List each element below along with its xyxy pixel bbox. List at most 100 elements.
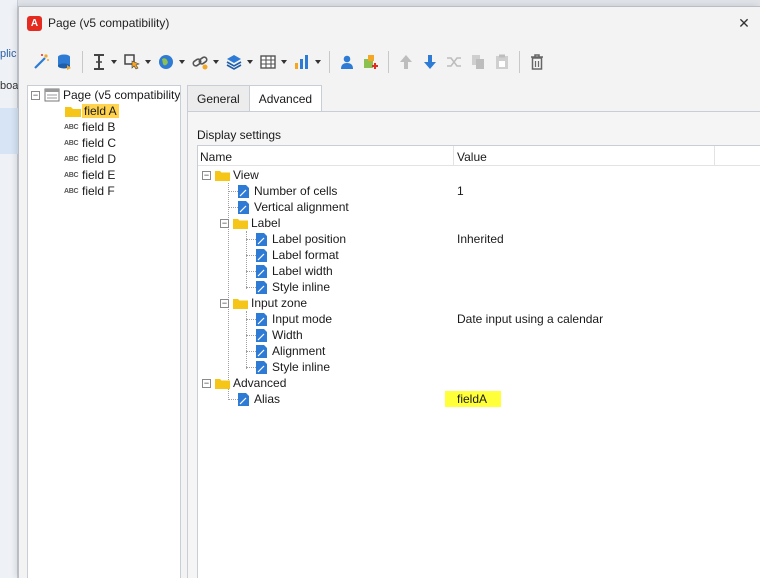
settings-row[interactable]: Alias fieldA: [198, 391, 760, 407]
settings-row[interactable]: − View: [198, 167, 760, 183]
toolbar-separator: [519, 51, 520, 73]
chart-icon: [295, 55, 308, 69]
layers-button[interactable]: [222, 50, 256, 74]
add-fields-icon: [364, 55, 378, 69]
database-icon: [58, 54, 71, 70]
tree-item-field-f[interactable]: ABC field F: [64, 183, 115, 199]
globe-button[interactable]: [154, 50, 188, 74]
settings-row[interactable]: Input mode Date input using a calendar: [198, 311, 760, 327]
tab-bar: General Advanced: [187, 85, 323, 112]
column-header-value[interactable]: Value: [457, 150, 487, 164]
property-icon: [256, 312, 267, 326]
wizard-button[interactable]: [29, 50, 53, 74]
text-field-icon: ABC: [64, 187, 79, 195]
close-button[interactable]: ✕: [734, 13, 754, 33]
link-button[interactable]: [188, 50, 222, 74]
window-title: Page (v5 compatibility): [48, 16, 170, 30]
tree-item-field-e[interactable]: ABC field E: [64, 167, 115, 183]
settings-row[interactable]: Style inline: [198, 359, 760, 375]
trash-icon: [531, 54, 543, 70]
arrow-up-icon: [400, 55, 412, 69]
row-label: Width: [272, 328, 303, 342]
text-field-icon: ABC: [64, 139, 79, 147]
row-label: Input zone: [251, 296, 308, 310]
chevron-down-icon: [315, 60, 321, 64]
text-cursor-icon: [94, 54, 104, 70]
advanced-tab-content: Display settings Name Value − View Numbe…: [187, 111, 760, 578]
tree-root[interactable]: − Page (v5 compatibility): [31, 87, 181, 103]
tree-item-field-d[interactable]: ABC field D: [64, 151, 116, 167]
row-label: Alias: [254, 392, 281, 406]
column-separator[interactable]: [714, 146, 715, 166]
link-icon: [192, 56, 208, 70]
table-button[interactable]: [256, 50, 290, 74]
settings-row[interactable]: Alignment: [198, 343, 760, 359]
tree-item-field-c[interactable]: ABC field C: [64, 135, 116, 151]
dialog-window: A Page (v5 compatibility) ✕ − Page (v5 c…: [18, 6, 760, 578]
delete-button[interactable]: [525, 50, 549, 74]
settings-row[interactable]: Label format: [198, 247, 760, 263]
collapse-icon[interactable]: −: [220, 298, 229, 308]
grid-header: Name Value: [198, 146, 760, 166]
tree-item-label: field C: [82, 136, 117, 150]
tab-general[interactable]: General: [187, 85, 250, 111]
move-up-button[interactable]: [394, 50, 418, 74]
paste-icon: [496, 54, 508, 69]
settings-row[interactable]: Vertical alignment: [198, 199, 760, 215]
collapse-icon[interactable]: −: [202, 378, 211, 388]
collapse-icon[interactable]: −: [202, 170, 211, 180]
tree-root-label: Page (v5 compatibility): [63, 88, 181, 102]
settings-row[interactable]: − Input zone: [198, 295, 760, 311]
arrow-down-icon: [424, 55, 436, 69]
user-button[interactable]: [335, 50, 359, 74]
row-label: View: [233, 168, 259, 182]
database-button[interactable]: [53, 50, 77, 74]
pointer-button[interactable]: [120, 50, 154, 74]
copy-button[interactable]: [466, 50, 490, 74]
property-icon: [256, 360, 267, 374]
text-field-icon: ABC: [64, 171, 79, 179]
collapse-icon[interactable]: −: [31, 90, 40, 100]
folder-icon: [215, 170, 230, 181]
move-down-button[interactable]: [418, 50, 442, 74]
tree-item-label: field E: [82, 168, 116, 182]
property-icon: [256, 328, 267, 342]
chevron-down-icon: [145, 60, 151, 64]
section-label: Display settings: [197, 128, 282, 142]
tab-advanced[interactable]: Advanced: [248, 85, 323, 112]
settings-row[interactable]: Label position Inherited: [198, 231, 760, 247]
text-field-icon: ABC: [64, 123, 79, 131]
row-value: Inherited: [457, 232, 504, 246]
settings-row[interactable]: Label width: [198, 263, 760, 279]
tree-item-field-b[interactable]: ABC field B: [64, 119, 115, 135]
row-label: Number of cells: [254, 184, 338, 198]
settings-row[interactable]: − Advanced: [198, 375, 760, 391]
column-separator[interactable]: [453, 146, 454, 166]
collapse-icon[interactable]: −: [220, 218, 229, 228]
text-cursor-button[interactable]: [88, 50, 120, 74]
add-fields-button[interactable]: [359, 50, 383, 74]
column-header-name[interactable]: Name: [200, 150, 232, 164]
background-text-fragment: plic: [0, 48, 17, 60]
row-label: Vertical alignment: [254, 200, 349, 214]
pointer-icon: [124, 54, 140, 70]
settings-row[interactable]: Style inline: [198, 279, 760, 295]
alias-value[interactable]: fieldA: [445, 391, 502, 407]
shuffle-button[interactable]: [442, 50, 466, 74]
background-selection: [0, 108, 18, 154]
tree-item-field-a[interactable]: field A: [64, 103, 119, 119]
title-bar: A Page (v5 compatibility): [19, 7, 760, 39]
settings-row[interactable]: Number of cells 1: [198, 183, 760, 199]
row-label: Label width: [272, 264, 333, 278]
chevron-down-icon: [247, 60, 253, 64]
settings-row[interactable]: Width: [198, 327, 760, 343]
property-icon: [256, 344, 267, 358]
property-icon: [256, 280, 267, 294]
paste-button[interactable]: [490, 50, 514, 74]
page-icon: [44, 88, 60, 102]
chart-button[interactable]: [290, 50, 324, 74]
table-icon: [260, 55, 276, 69]
wizard-icon: [34, 54, 49, 69]
settings-row[interactable]: − Label: [198, 215, 760, 231]
chevron-down-icon: [179, 60, 185, 64]
